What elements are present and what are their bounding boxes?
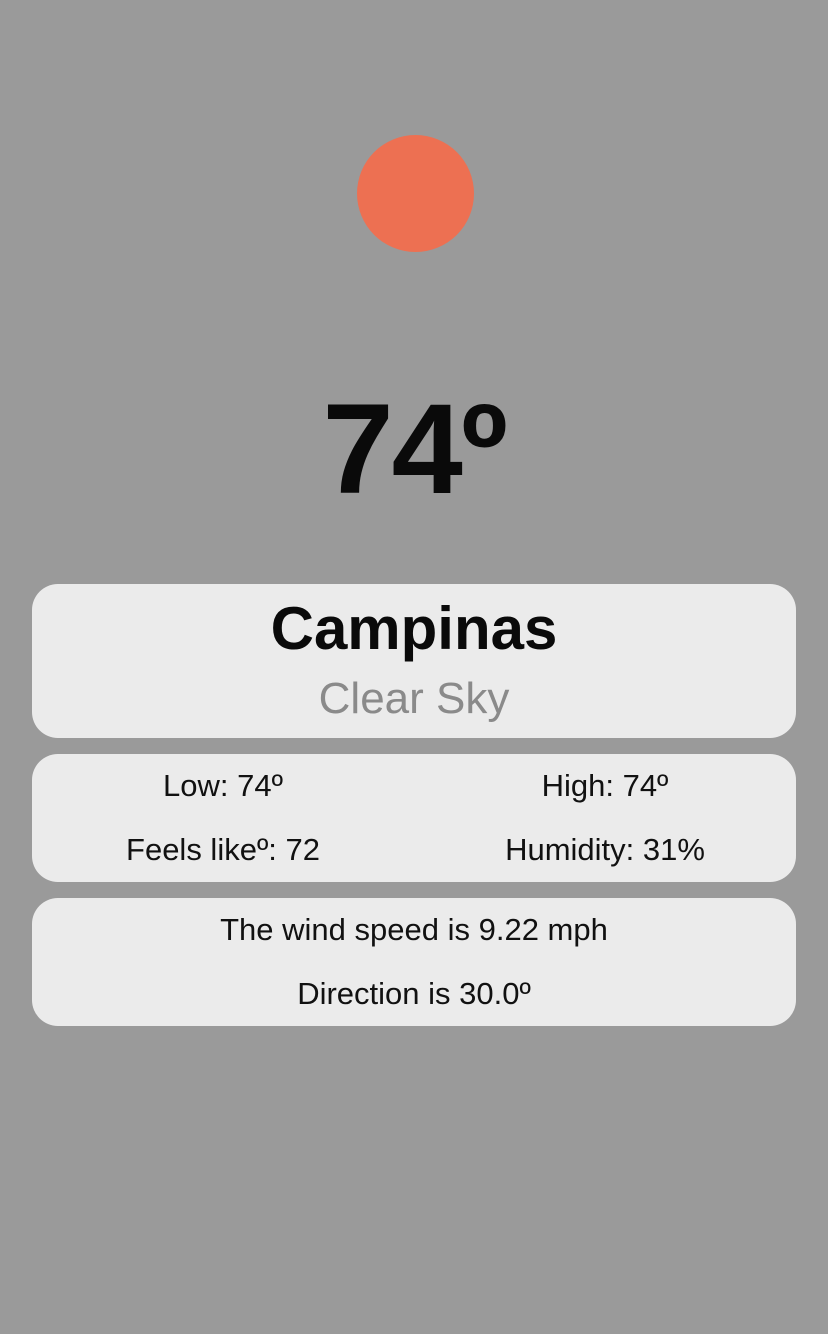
location-card: Campinas Clear Sky: [32, 584, 796, 738]
stats-card: Low: 74º High: 74º Feels likeº: 72 Humid…: [32, 754, 796, 882]
feels-like: Feels likeº: 72: [126, 832, 320, 867]
wind-speed: The wind speed is 9.22 mph: [220, 912, 608, 947]
low-temperature: Low: 74º: [163, 768, 283, 803]
current-temperature: 74º: [322, 378, 507, 521]
humidity: Humidity: 31%: [505, 832, 705, 867]
sun-icon: [357, 135, 474, 252]
high-temperature: High: 74º: [541, 768, 669, 803]
wind-direction: Direction is 30.0º: [297, 976, 531, 1011]
wind-card: The wind speed is 9.22 mph Direction is …: [32, 898, 796, 1026]
city-name: Campinas: [270, 595, 558, 662]
weather-description: Clear Sky: [318, 674, 510, 723]
